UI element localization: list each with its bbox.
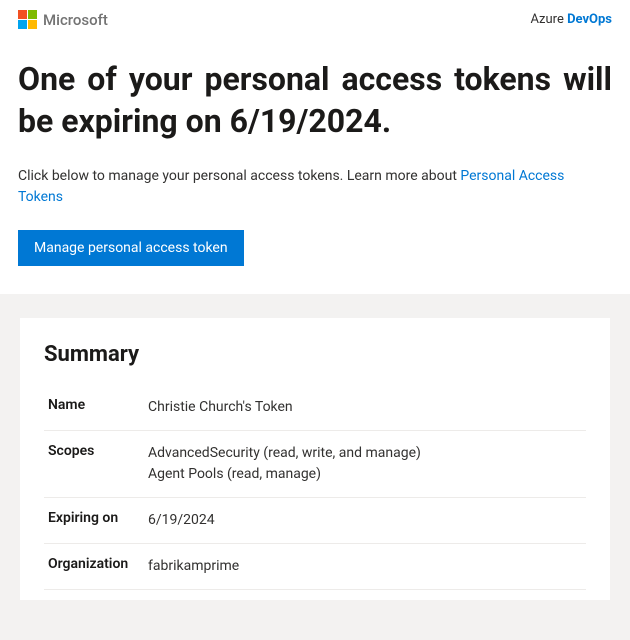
value-organization: fabrikamprime bbox=[144, 544, 586, 590]
subtext: Click below to manage your personal acce… bbox=[18, 166, 612, 208]
summary-table: Name Christie Church's Token Scopes Adva… bbox=[44, 385, 586, 590]
table-row: Scopes AdvancedSecurity (read, write, an… bbox=[44, 431, 586, 498]
table-row: Name Christie Church's Token bbox=[44, 385, 586, 431]
main-content: One of your personal access tokens will … bbox=[0, 37, 630, 294]
summary-section: Summary Name Christie Church's Token Sco… bbox=[0, 294, 630, 640]
subtext-prefix: Click below to manage your personal acce… bbox=[18, 168, 460, 184]
manage-button[interactable]: Manage personal access token bbox=[18, 230, 244, 266]
table-row: Organization fabrikamprime bbox=[44, 544, 586, 590]
page-title: One of your personal access tokens will … bbox=[18, 59, 612, 142]
label-scopes: Scopes bbox=[44, 431, 144, 498]
label-organization: Organization bbox=[44, 544, 144, 590]
table-row: Expiring on 6/19/2024 bbox=[44, 498, 586, 544]
microsoft-icon bbox=[18, 10, 37, 29]
summary-heading: Summary bbox=[44, 342, 586, 367]
scope-line-2: Agent Pools (read, manage) bbox=[148, 466, 321, 482]
label-name: Name bbox=[44, 385, 144, 431]
value-name: Christie Church's Token bbox=[144, 385, 586, 431]
value-scopes: AdvancedSecurity (read, write, and manag… bbox=[144, 431, 586, 498]
header-bar: Microsoft Azure DevOps bbox=[0, 0, 630, 37]
devops-text: DevOps bbox=[567, 12, 612, 27]
microsoft-logo: Microsoft bbox=[18, 10, 108, 29]
scope-line-1: AdvancedSecurity (read, write, and manag… bbox=[148, 445, 421, 461]
azure-text: Azure bbox=[530, 12, 567, 27]
value-expiring: 6/19/2024 bbox=[144, 498, 586, 544]
microsoft-text: Microsoft bbox=[43, 11, 108, 29]
label-expiring: Expiring on bbox=[44, 498, 144, 544]
summary-card: Summary Name Christie Church's Token Sco… bbox=[20, 318, 610, 600]
azure-devops-label: Azure DevOps bbox=[530, 12, 612, 27]
